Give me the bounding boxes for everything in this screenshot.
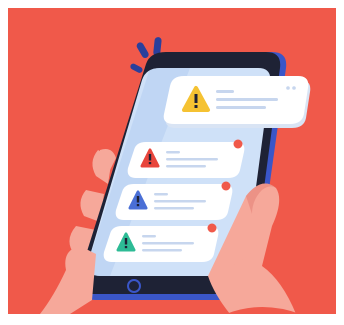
notification-card[interactable] [163,76,311,128]
illustration-frame [0,0,344,325]
notification-card[interactable] [103,223,219,263]
phone-alerts-illustration [8,8,336,314]
notification-card[interactable] [115,181,233,221]
unread-dot [233,139,243,149]
notification-line [216,98,278,101]
notification-line [216,106,266,109]
notification-line [216,90,234,93]
notification-card[interactable] [127,139,245,179]
unread-dot [207,223,217,233]
unread-dot [221,181,231,191]
